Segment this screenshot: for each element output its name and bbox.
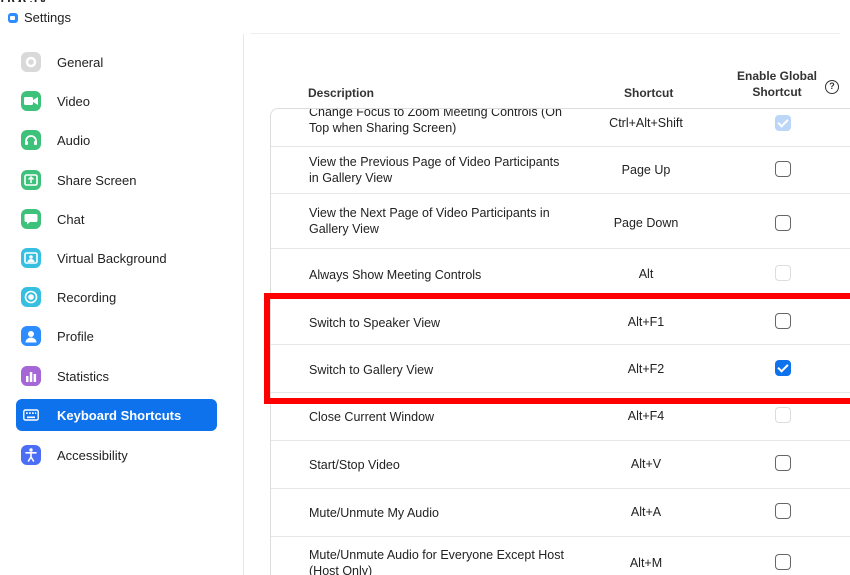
shortcut-keys[interactable]: Alt+A — [576, 505, 716, 519]
table-row: Close Current Window Alt+F4 — [271, 394, 850, 441]
table-row: Change Focus to Zoom Meeting Controls (O… — [271, 108, 850, 147]
sidebar-item-label: Profile — [57, 328, 94, 344]
global-shortcut-checkbox[interactable] — [775, 554, 791, 570]
video-icon — [21, 91, 41, 111]
sidebar-item-accessibility[interactable]: Accessibility — [16, 439, 217, 471]
title-bar: ngely Settings — [0, 0, 850, 34]
shortcut-description: Close Current Window — [309, 410, 435, 424]
sidebar-item-label: Audio — [57, 132, 91, 148]
shortcut-description: Change Focus to Zoom Meeting Controls (O… — [309, 108, 562, 135]
accessibility-icon — [21, 445, 41, 465]
sidebar-item-label: Statistics — [57, 368, 110, 384]
headphones-icon — [21, 130, 41, 150]
global-shortcut-checkbox[interactable] — [775, 215, 791, 231]
help-icon[interactable]: ? — [825, 80, 839, 94]
zoom-logo-icon — [8, 12, 18, 23]
shortcut-description: View the Next Page of Video Participants… — [309, 206, 550, 236]
shortcut-keys[interactable]: Page Up — [576, 163, 716, 177]
table-row: Switch to Gallery View Alt+F2 — [271, 346, 850, 393]
table-row: Start/Stop Video Alt+V — [271, 442, 850, 489]
keyboard-icon — [21, 405, 41, 425]
sidebar-item-label: Virtual Background — [57, 250, 167, 266]
sidebar-item-label: Share Screen — [57, 172, 137, 188]
global-shortcut-checkbox[interactable] — [775, 503, 791, 519]
sidebar-item-label: Recording — [57, 289, 117, 305]
sidebar-item-virtual-background[interactable]: Virtual Background — [16, 242, 217, 274]
global-shortcut-checkbox[interactable] — [775, 360, 791, 376]
global-shortcut-checkbox — [775, 407, 791, 423]
sidebar-item-recording[interactable]: Recording — [16, 281, 217, 313]
global-shortcut-checkbox[interactable] — [775, 161, 791, 177]
sidebar-item-share-screen[interactable]: Share Screen — [16, 164, 217, 196]
header-description: Description — [308, 86, 375, 100]
sidebar-item-profile[interactable]: Profile — [16, 320, 217, 352]
table-row: View the Next Page of Video Participants… — [271, 195, 850, 249]
shortcut-description: Mute/Unmute My Audio — [309, 506, 439, 520]
window-title: Settings — [8, 10, 71, 25]
global-shortcut-checkbox — [775, 265, 791, 281]
record-icon — [21, 287, 41, 307]
global-shortcut-checkbox[interactable] — [775, 313, 791, 329]
shortcut-keys[interactable]: Alt+V — [576, 457, 716, 471]
global-shortcut-checkbox[interactable] — [775, 455, 791, 471]
settings-sidebar: General Video Audio Share Screen Chat Vi… — [0, 34, 244, 575]
shortcut-description: Start/Stop Video — [309, 458, 400, 472]
global-shortcut-checkbox — [775, 115, 791, 131]
sidebar-item-general[interactable]: General — [16, 46, 217, 78]
profile-icon — [21, 326, 41, 346]
shortcut-keys[interactable]: Alt+F4 — [576, 409, 716, 423]
header-global-line2: Shortcut — [752, 85, 802, 99]
sidebar-item-label: Keyboard Shortcuts — [57, 407, 182, 423]
header-divider — [250, 33, 840, 34]
share-screen-icon — [21, 170, 41, 190]
table-row: Switch to Speaker View Alt+F1 — [271, 298, 850, 345]
shortcut-keys[interactable]: Page Down — [576, 216, 716, 230]
shortcut-description: Mute/Unmute Audio for Everyone Except Ho… — [309, 548, 564, 575]
sidebar-item-chat[interactable]: Chat — [16, 203, 217, 235]
statistics-icon — [21, 366, 41, 386]
shortcut-keys[interactable]: Alt+F2 — [576, 362, 716, 376]
shortcuts-table: Change Focus to Zoom Meeting Controls (O… — [270, 108, 850, 575]
sidebar-item-statistics[interactable]: Statistics — [16, 360, 217, 392]
shortcut-keys[interactable]: Alt — [576, 267, 716, 281]
table-row: Mute/Unmute Audio for Everyone Except Ho… — [271, 538, 850, 575]
table-row: Mute/Unmute My Audio Alt+A — [271, 490, 850, 537]
sidebar-item-label: Chat — [57, 211, 85, 227]
shortcut-keys[interactable]: Alt+F1 — [576, 315, 716, 329]
shortcut-description: Switch to Gallery View — [309, 363, 434, 377]
table-row: View the Previous Page of Video Particip… — [271, 147, 850, 194]
sidebar-item-label: Video — [57, 93, 91, 109]
shortcut-description: View the Previous Page of Video Particip… — [309, 155, 560, 185]
sidebar-item-label: General — [57, 54, 104, 70]
clipped-top-text: ngely — [0, 0, 110, 2]
sidebar-item-keyboard-shortcuts[interactable]: Keyboard Shortcuts — [16, 399, 217, 431]
table-row: Always Show Meeting Controls Alt — [271, 250, 850, 297]
chat-icon — [21, 209, 41, 229]
shortcut-keys[interactable]: Ctrl+Alt+Shift — [576, 116, 716, 130]
sidebar-item-video[interactable]: Video — [16, 85, 217, 117]
header-shortcut: Shortcut — [624, 86, 674, 100]
header-global-line1: Enable Global — [736, 69, 817, 83]
gear-icon — [21, 52, 41, 72]
shortcut-description: Always Show Meeting Controls — [309, 268, 482, 282]
sidebar-item-label: Accessibility — [57, 447, 128, 463]
sidebar-item-audio[interactable]: Audio — [16, 124, 217, 156]
shortcut-description: Switch to Speaker View — [309, 316, 441, 330]
window-title-text: Settings — [24, 10, 71, 25]
virtual-background-icon — [21, 248, 41, 268]
shortcut-keys[interactable]: Alt+M — [576, 556, 716, 570]
